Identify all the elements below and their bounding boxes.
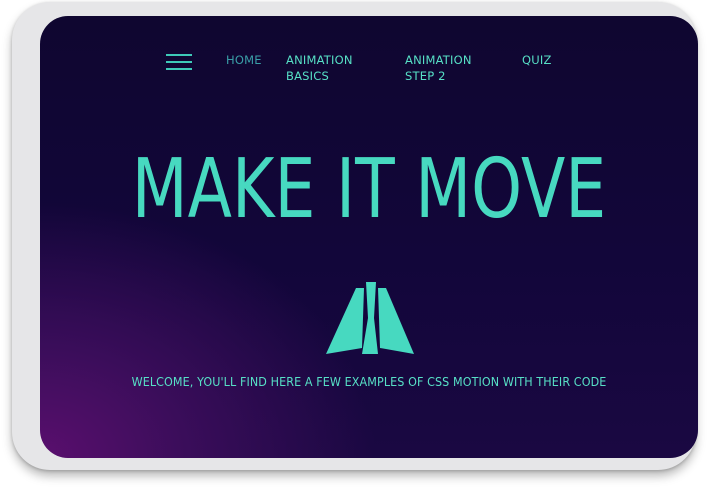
nav-link-label-line1: ANIMATION [286, 53, 353, 67]
nav-link-home[interactable]: HOME [226, 52, 262, 68]
nav-link-label-line2: BASICS [286, 69, 329, 83]
app-screen: HOME ANIMATION BASICS ANIMATION STEP 2 Q… [40, 16, 698, 458]
hero-title: MAKE IT MOVE [131, 142, 607, 237]
tri-bar-logo-icon [326, 282, 414, 354]
device-frame: HOME ANIMATION BASICS ANIMATION STEP 2 Q… [12, 2, 698, 470]
hamburger-bar [166, 68, 192, 70]
nav-link-label: QUIZ [522, 53, 552, 67]
hamburger-bar [166, 61, 192, 63]
nav-link-animation-step-2[interactable]: ANIMATION STEP 2 [405, 52, 472, 84]
nav-link-label-line1: ANIMATION [405, 53, 472, 67]
hamburger-bar [166, 54, 192, 56]
nav-link-label-line2: STEP 2 [405, 69, 446, 83]
top-navigation: HOME ANIMATION BASICS ANIMATION STEP 2 Q… [40, 52, 698, 92]
hamburger-menu-icon[interactable] [166, 54, 192, 72]
nav-link-animation-basics[interactable]: ANIMATION BASICS [286, 52, 353, 84]
nav-link-label: HOME [226, 53, 262, 67]
welcome-text: WELCOME, YOU'LL FIND HERE A FEW EXAMPLES… [131, 375, 607, 389]
nav-link-quiz[interactable]: QUIZ [522, 52, 552, 68]
